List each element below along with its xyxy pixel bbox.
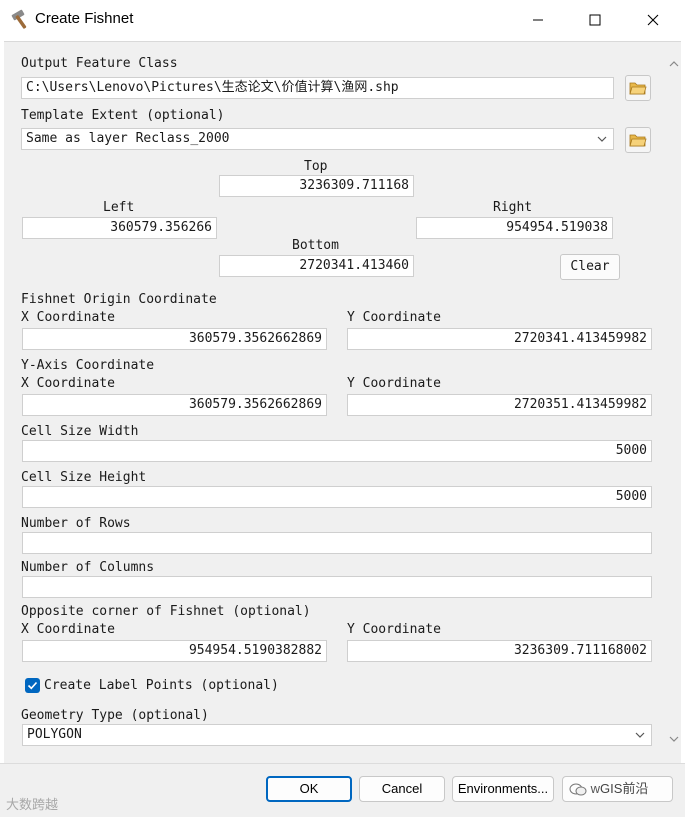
cancel-button[interactable]: Cancel [359, 776, 445, 802]
template-extent-value: Same as layer Reclass_2000 [26, 131, 230, 146]
minimize-icon [533, 19, 543, 21]
folder-icon [629, 134, 647, 147]
folder-icon [629, 82, 647, 95]
opposite-x-input[interactable]: 954954.5190382882 [22, 640, 327, 662]
geometry-type-label: Geometry Type (optional) [21, 708, 209, 723]
chevron-down-icon [635, 732, 645, 738]
geometry-type-value: POLYGON [27, 727, 82, 742]
output-browse-button[interactable] [625, 75, 651, 101]
template-extent-dropdown[interactable]: Same as layer Reclass_2000 [21, 128, 614, 150]
watermark-right: GIS前沿 [600, 781, 649, 796]
geometry-type-dropdown[interactable]: POLYGON [22, 724, 652, 746]
show-help-button[interactable]: wGIS前沿 [562, 776, 673, 802]
y-axis-y-input[interactable]: 2720351.413459982 [347, 394, 652, 416]
y-axis-x-label: X Coordinate [21, 376, 115, 391]
top-label: Top [304, 159, 328, 174]
y-axis-label: Y-Axis Coordinate [21, 358, 155, 373]
fishnet-origin-label: Fishnet Origin Coordinate [21, 292, 217, 307]
maximize-button[interactable] [572, 0, 618, 40]
y-axis-x-input[interactable]: 360579.3562662869 [22, 394, 327, 416]
cell-size-width-label: Cell Size Width [21, 424, 139, 439]
opposite-x-label: X Coordinate [21, 622, 115, 637]
maximize-icon [589, 14, 601, 26]
output-feature-class-label: Output Feature Class [21, 56, 178, 71]
number-of-columns-label: Number of Columns [21, 560, 155, 575]
origin-y-input[interactable]: 2720341.413459982 [347, 328, 652, 350]
chevron-down-icon [597, 136, 607, 142]
right-label: Right [493, 200, 533, 215]
bottom-input[interactable]: 2720341.413460 [219, 255, 414, 277]
create-label-points-label: Create Label Points (optional) [44, 678, 279, 693]
close-icon [647, 14, 659, 26]
y-axis-y-label: Y Coordinate [347, 376, 441, 391]
opposite-y-label: Y Coordinate [347, 622, 441, 637]
minimize-button[interactable] [515, 0, 561, 40]
create-label-points-checkbox[interactable] [25, 678, 40, 693]
hammer-icon [11, 9, 27, 29]
left-input[interactable]: 360579.356266 [22, 217, 217, 239]
scroll-down-icon [669, 736, 679, 742]
wechat-icon [569, 783, 587, 796]
bottom-label: Bottom [292, 238, 339, 253]
cell-size-height-input[interactable]: 5000 [22, 486, 652, 508]
clear-extent-button[interactable]: Clear [560, 254, 620, 280]
right-input[interactable]: 954954.519038 [416, 217, 613, 239]
opposite-corner-label: Opposite corner of Fishnet (optional) [21, 604, 311, 619]
cell-size-width-input[interactable]: 5000 [22, 440, 652, 462]
cell-size-height-label: Cell Size Height [21, 470, 147, 485]
top-input[interactable]: 3236309.711168 [219, 175, 414, 197]
tool-parameters-panel: Output Feature Class C:\Users\Lenovo\Pic… [4, 41, 681, 763]
checkmark-icon [27, 681, 38, 690]
number-of-rows-input[interactable] [22, 532, 652, 554]
output-feature-class-input[interactable]: C:\Users\Lenovo\Pictures\生态论文\价值计算\渔网.sh… [21, 77, 614, 99]
origin-x-label: X Coordinate [21, 310, 115, 325]
number-of-columns-input[interactable] [22, 576, 652, 598]
vertical-scrollbar[interactable] [669, 60, 679, 760]
title-bar[interactable]: Create Fishnet [0, 0, 685, 40]
origin-y-label: Y Coordinate [347, 310, 441, 325]
left-label: Left [103, 200, 135, 215]
origin-x-input[interactable]: 360579.3562662869 [22, 328, 327, 350]
environments-button[interactable]: Environments... [452, 776, 554, 802]
template-extent-label: Template Extent (optional) [21, 108, 225, 123]
watermark-left: 大数跨越 [6, 798, 59, 813]
dialog-footer: 大数跨越 OK Cancel Environments... wGIS前沿 [0, 763, 685, 817]
show-help-partial: w [590, 781, 601, 796]
close-button[interactable] [630, 0, 676, 40]
number-of-rows-label: Number of Rows [21, 516, 131, 531]
ok-button[interactable]: OK [266, 776, 352, 802]
opposite-y-input[interactable]: 3236309.711168002 [347, 640, 652, 662]
scroll-up-icon [669, 61, 679, 67]
window-title: Create Fishnet [35, 10, 134, 27]
template-browse-button[interactable] [625, 127, 651, 153]
